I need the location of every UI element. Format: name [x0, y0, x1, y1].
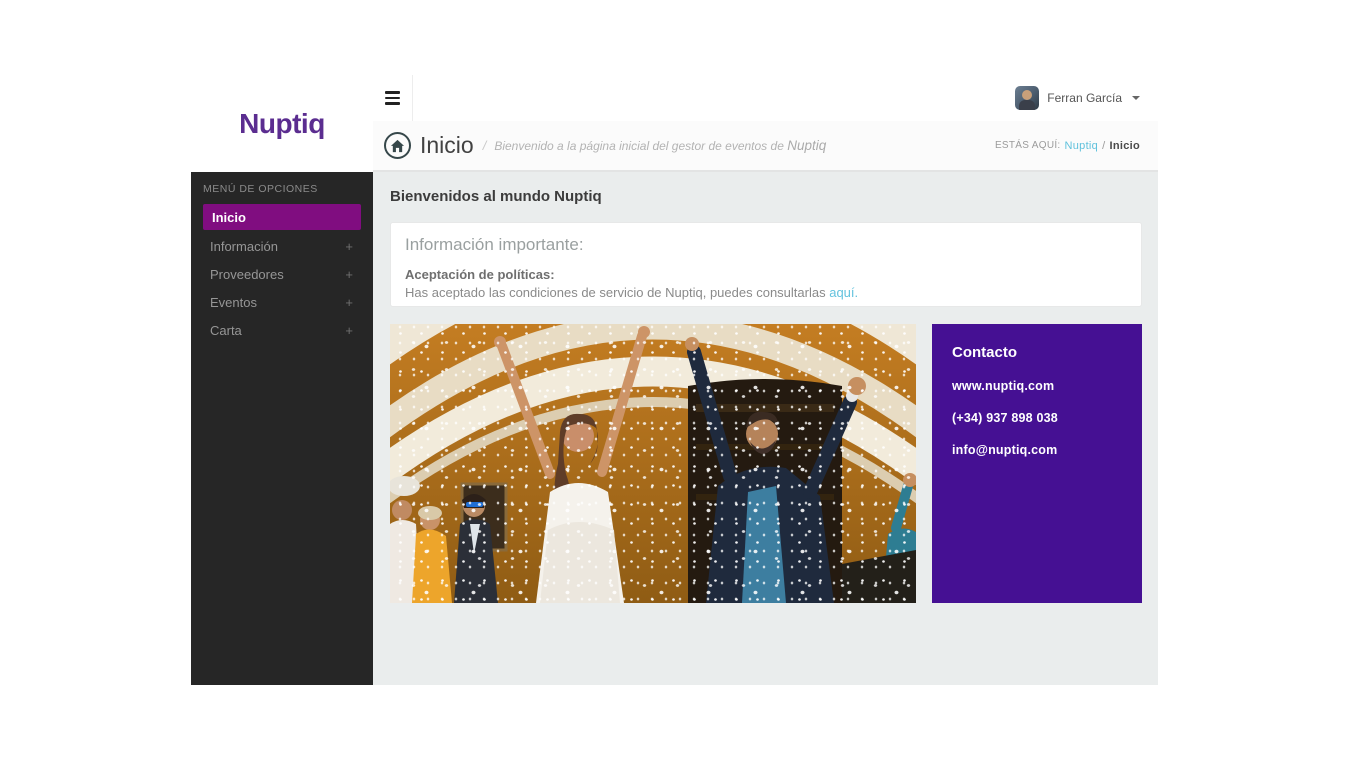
contact-email: info@nuptiq.com: [952, 443, 1122, 457]
page-subtitle: Bienvenido a la página inicial del gesto…: [494, 138, 826, 153]
plus-expand-icon: +: [345, 295, 353, 310]
location-current-page: Inicio: [1109, 140, 1140, 152]
topbar: Ferran García: [373, 75, 1158, 121]
avatar: [1015, 86, 1039, 110]
contact-title: Contacto: [952, 344, 1122, 361]
sidebar-item-label: Eventos: [210, 295, 257, 310]
wedding-photo: [390, 324, 916, 603]
sidebar-item-label: Carta: [210, 323, 242, 338]
sidebar-item-carta[interactable]: Carta +: [191, 316, 373, 344]
welcome-heading: Bienvenidos al mundo Nuptiq: [390, 188, 1142, 205]
policies-link[interactable]: aquí.: [829, 285, 858, 300]
sidebar-menu: MENÚ DE OPCIONES Inicio Información + Pr…: [191, 172, 373, 685]
user-menu[interactable]: Ferran García: [1015, 75, 1158, 121]
sidebar-menu-title: MENÚ DE OPCIONES: [191, 183, 373, 204]
plus-expand-icon: +: [345, 267, 353, 282]
user-name: Ferran García: [1047, 91, 1122, 105]
sidebar-item-proveedores[interactable]: Proveedores +: [191, 260, 373, 288]
plus-expand-icon: +: [345, 239, 353, 254]
contact-website: www.nuptiq.com: [952, 379, 1122, 393]
sidebar-item-eventos[interactable]: Eventos +: [191, 288, 373, 316]
info-card-title: Información importante:: [405, 235, 1127, 255]
media-row: Contacto www.nuptiq.com (+34) 937 898 03…: [390, 324, 1142, 603]
info-card-body: Has aceptado las condiciones de servicio…: [405, 285, 1127, 300]
contact-phone: (+34) 937 898 038: [952, 411, 1122, 425]
page-title: Inicio: [420, 132, 474, 159]
location-separator: /: [1102, 140, 1105, 152]
location-app-link[interactable]: Nuptiq: [1065, 140, 1099, 152]
plus-expand-icon: +: [345, 323, 353, 338]
home-icon-glyph: [390, 139, 405, 153]
sidebar-item-informacion[interactable]: Información +: [191, 232, 373, 260]
breadcrumb-location: ESTÁS AQUÍ: Nuptiq / Inicio: [995, 140, 1140, 152]
breadcrumb-bar: Inicio / Bienvenido a la página inicial …: [373, 121, 1158, 172]
info-card-body-text: Has aceptado las condiciones de servicio…: [405, 285, 826, 300]
sidebar: Nuptiq MENÚ DE OPCIONES Inicio Informaci…: [191, 75, 373, 685]
info-card-subtitle: Aceptación de políticas:: [405, 267, 1127, 282]
sidebar-item-label: Proveedores: [210, 267, 284, 282]
location-label: ESTÁS AQUÍ:: [995, 140, 1061, 151]
logo-area: Nuptiq: [191, 75, 373, 172]
contact-box: Contacto www.nuptiq.com (+34) 937 898 03…: [932, 324, 1142, 603]
sidebar-item-inicio[interactable]: Inicio: [203, 204, 361, 230]
wedding-photo-illustration: [390, 324, 916, 603]
page-subtitle-text: Bienvenido a la página inicial del gesto…: [494, 139, 784, 153]
home-icon[interactable]: [384, 132, 411, 159]
nuptiq-logo[interactable]: Nuptiq: [239, 108, 325, 140]
chevron-down-icon: [1132, 96, 1140, 100]
breadcrumb-separator: /: [483, 138, 487, 153]
app-window: Nuptiq MENÚ DE OPCIONES Inicio Informaci…: [191, 75, 1158, 685]
important-info-card: Información importante: Aceptación de po…: [390, 222, 1142, 307]
sidebar-item-label: Información: [210, 239, 278, 254]
page-subtitle-brand: Nuptiq: [787, 138, 826, 153]
main-area: Ferran García Inicio / Bienvenido a la p…: [373, 75, 1158, 685]
content-area: Bienvenidos al mundo Nuptiq Información …: [373, 172, 1158, 685]
hamburger-menu-icon[interactable]: [373, 75, 413, 121]
sidebar-item-label: Inicio: [212, 210, 246, 225]
